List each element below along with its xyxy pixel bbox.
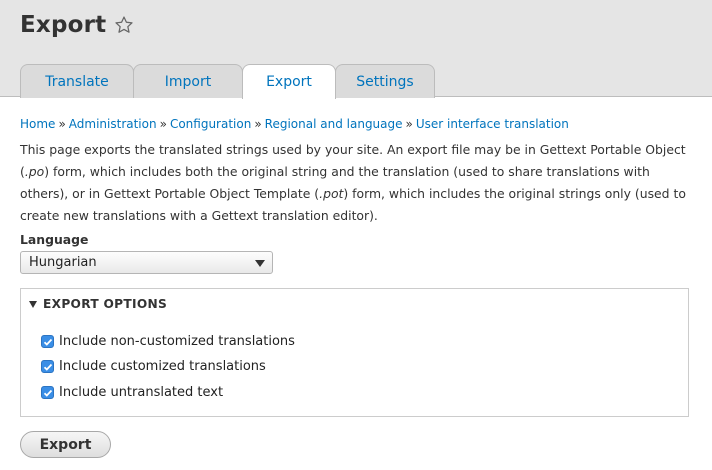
tab-translate[interactable]: Translate — [20, 64, 134, 98]
po-extension: .po — [24, 164, 45, 179]
breadcrumb-separator: » — [254, 117, 262, 131]
language-select-value: Hungarian — [29, 255, 97, 270]
option-non-customized: Include non-customized translations — [41, 334, 295, 349]
title-row: Export — [20, 12, 134, 38]
option-customized: Include customized translations — [41, 359, 266, 374]
option-untranslated: Include untranslated text — [41, 385, 223, 400]
option-label: Include untranslated text — [59, 385, 224, 400]
check-icon — [43, 338, 52, 346]
page-description: This page exports the translated strings… — [20, 139, 700, 227]
check-icon — [43, 389, 52, 397]
page-header: Export Translate Import Export Settings — [0, 0, 712, 99]
breadcrumb-administration[interactable]: Administration — [69, 117, 157, 131]
breadcrumb-separator: » — [405, 117, 413, 131]
breadcrumb-separator: » — [58, 117, 66, 131]
export-button[interactable]: Export — [20, 431, 111, 458]
dropdown-arrow-icon — [255, 260, 265, 267]
tab-import[interactable]: Import — [133, 64, 243, 98]
export-options-legend: EXPORT OPTIONS — [43, 297, 168, 311]
page-title: Export — [20, 12, 107, 38]
export-options-toggle[interactable]: EXPORT OPTIONS — [29, 297, 167, 311]
tab-export[interactable]: Export — [242, 64, 336, 99]
option-label: Include customized translations — [59, 359, 266, 374]
breadcrumb-separator: » — [159, 117, 167, 131]
breadcrumb-home[interactable]: Home — [20, 117, 55, 131]
language-label: Language — [20, 232, 89, 247]
option-label: Include non-customized translations — [59, 334, 295, 349]
tab-settings[interactable]: Settings — [335, 64, 435, 98]
pot-extension: .pot — [319, 186, 344, 201]
tab-bar: Translate Import Export Settings — [20, 63, 435, 99]
export-options-fieldset: EXPORT OPTIONS Include non-customized tr… — [20, 288, 689, 417]
triangle-down-icon — [29, 300, 37, 308]
check-icon — [43, 363, 52, 371]
breadcrumb-regional-language[interactable]: Regional and language — [265, 117, 403, 131]
breadcrumb-ui-translation[interactable]: User interface translation — [416, 117, 569, 131]
checkbox-customized[interactable] — [41, 360, 54, 373]
checkbox-untranslated[interactable] — [41, 386, 54, 399]
language-select[interactable]: Hungarian — [20, 251, 273, 274]
breadcrumb-configuration[interactable]: Configuration — [170, 117, 251, 131]
star-icon[interactable] — [114, 15, 134, 35]
checkbox-non-customized[interactable] — [41, 335, 54, 348]
breadcrumb: Home» Administration» Configuration» Region… — [20, 117, 569, 131]
